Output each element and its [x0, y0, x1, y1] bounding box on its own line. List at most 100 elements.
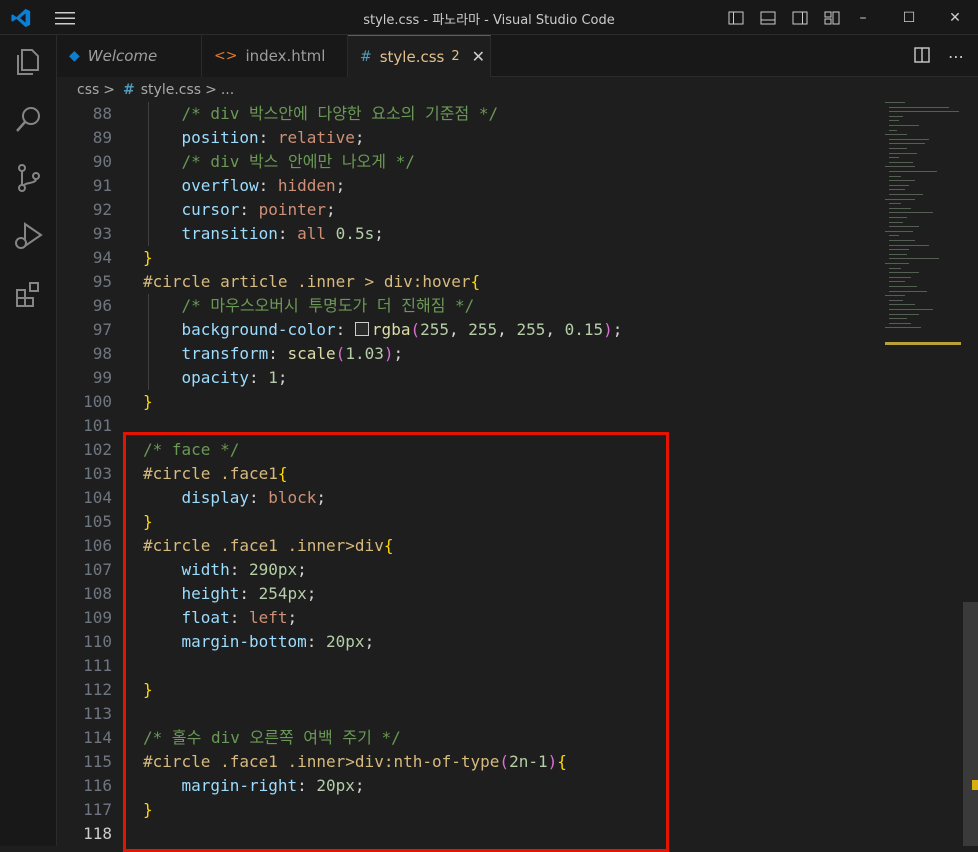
vscode-icon: ◆: [69, 48, 80, 64]
code-line[interactable]: 93 transition: all 0.5s;: [57, 222, 878, 246]
split-editor-icon[interactable]: [914, 47, 930, 67]
code-token: ): [603, 320, 613, 339]
line-number: 93: [92, 224, 112, 243]
color-swatch-icon[interactable]: [354, 322, 369, 336]
chevron-right-icon: >: [103, 82, 116, 98]
minimap-line: [889, 290, 927, 292]
minimap[interactable]: [883, 102, 963, 352]
code-line[interactable]: 92 cursor: pointer;: [57, 198, 878, 222]
code-line[interactable]: 91 overflow: hidden;: [57, 174, 878, 198]
code-token: 1.03: [345, 344, 384, 363]
line-number: 118: [83, 824, 112, 843]
line-number: 111: [83, 656, 112, 675]
line-number: 104: [83, 488, 112, 507]
line-number: 113: [83, 704, 112, 723]
minimap-line: [889, 313, 919, 315]
toggle-secondary-sidebar-icon[interactable]: [784, 7, 816, 29]
minimap-line: [889, 217, 907, 218]
highlight-annotation-box: [123, 432, 669, 852]
code-token: }: [143, 392, 153, 411]
tab-welcome[interactable]: ◆ Welcome: [57, 35, 202, 77]
line-number: 98: [92, 344, 112, 363]
line-number: 97: [92, 320, 112, 339]
code-line[interactable]: 88 /* div 박스안에 다양한 요소의 기준점 */: [57, 102, 878, 126]
close-button[interactable]: ✕: [932, 0, 978, 35]
toggle-primary-sidebar-icon[interactable]: [720, 7, 752, 29]
code-text: /* div 박스안에 다양한 요소의 기준점 */: [143, 102, 499, 126]
maximize-button[interactable]: ☐: [886, 0, 932, 35]
minimap-line: [889, 111, 959, 113]
code-token: 0.15: [564, 320, 604, 339]
minimap-line: [889, 267, 901, 269]
run-debug-icon[interactable]: [13, 220, 45, 252]
code-text: /* div 박스 안에만 나오게 */: [143, 150, 415, 174]
minimap-line: [889, 226, 919, 228]
code-line[interactable]: 89 position: relative;: [57, 126, 878, 150]
tab-style-css[interactable]: # style.css 2 ✕: [348, 35, 491, 77]
breadcrumb-folder[interactable]: css: [77, 82, 99, 98]
minimap-line: [889, 249, 909, 251]
code-line[interactable]: 100}: [57, 390, 878, 414]
minimap-line: [889, 148, 907, 149]
code-token: :: [258, 176, 278, 195]
line-number: 100: [83, 392, 112, 411]
code-token: /* div 박스안에 다양한 요소의 기준점 */: [181, 104, 499, 123]
minimap-line: [889, 161, 913, 163]
problem-count-badge: 2: [451, 49, 460, 64]
code-token: background-color: [181, 320, 336, 339]
line-number: 112: [83, 680, 112, 699]
search-icon[interactable]: [13, 104, 45, 136]
line-number: 103: [83, 464, 112, 483]
code-token: ,: [497, 320, 517, 339]
code-line[interactable]: 95 #circle article .inner > div:hover{: [57, 270, 878, 294]
code-line[interactable]: 94}: [57, 246, 878, 270]
close-tab-icon[interactable]: ✕: [472, 47, 485, 66]
code-line[interactable]: 99 opacity: 1;: [57, 366, 878, 390]
code-token: 255: [468, 320, 498, 339]
minimap-line: [889, 143, 925, 145]
code-token: ;: [354, 128, 365, 147]
tab-index-html[interactable]: <> index.html: [202, 35, 348, 77]
minimap-viewport: [885, 342, 961, 345]
extensions-icon[interactable]: [13, 278, 45, 310]
line-number: 116: [83, 776, 112, 795]
minimap-line: [885, 134, 907, 136]
line-number: 101: [83, 416, 112, 435]
code-line[interactable]: 98 transform: scale(1.03);: [57, 342, 878, 366]
toggle-panel-icon[interactable]: [752, 7, 784, 29]
line-number: 106: [83, 536, 112, 555]
minimap-line: [889, 157, 899, 159]
css-icon: #: [360, 48, 372, 65]
breadcrumb-file[interactable]: style.css: [141, 82, 201, 98]
line-number: 102: [83, 440, 112, 459]
vertical-scrollbar[interactable]: [963, 602, 978, 846]
code-line[interactable]: 96 /* 마우스오버시 투명도가 더 진해짐 */: [57, 294, 878, 318]
explorer-icon[interactable]: [13, 46, 45, 78]
minimap-line: [889, 240, 915, 241]
minimap-line: [889, 207, 911, 209]
chevron-right-icon: >: [205, 82, 217, 98]
code-line[interactable]: 90 /* div 박스 안에만 나오게 */: [57, 150, 878, 174]
code-text: }: [143, 390, 153, 414]
code-token: }: [143, 248, 153, 267]
code-text: }: [143, 246, 153, 270]
minimap-line: [889, 258, 939, 260]
minimap-line: [889, 286, 917, 287]
breadcrumb-symbol[interactable]: ...: [221, 82, 234, 98]
minimize-button[interactable]: –: [840, 0, 886, 35]
minimap-line: [885, 230, 913, 232]
minimap-line: [889, 180, 915, 182]
code-line[interactable]: 97 background-color: rgba(255, 255, 255,…: [57, 318, 878, 342]
line-number: 90: [92, 152, 112, 171]
more-actions-icon[interactable]: ⋯: [948, 47, 964, 67]
code-token: rgba: [371, 320, 411, 339]
code-token: ,: [545, 320, 565, 339]
code-token: scale: [287, 344, 336, 363]
code-token: :: [258, 128, 278, 147]
code-token: #circle article .inner > div:hover: [143, 272, 471, 291]
code-token: ;: [277, 368, 288, 387]
line-number: 109: [83, 608, 112, 627]
code-token: (: [410, 320, 421, 339]
source-control-icon[interactable]: [13, 162, 45, 194]
